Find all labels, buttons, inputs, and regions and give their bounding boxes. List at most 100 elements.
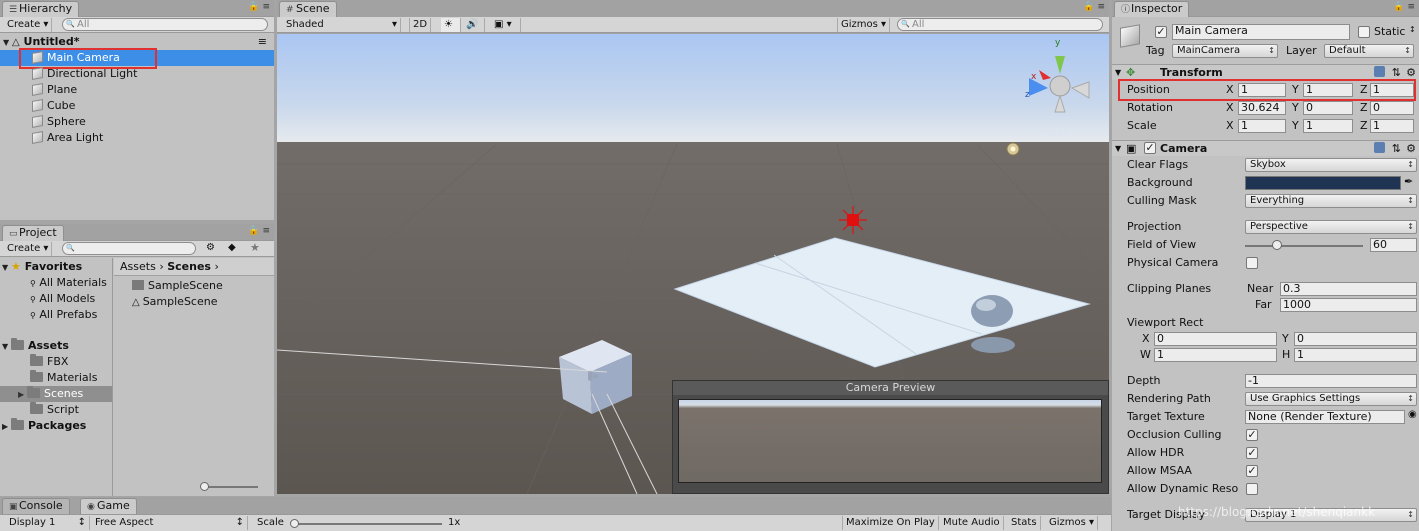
display-dropdown[interactable]: Display 1 ↕ <box>6 516 90 530</box>
viewport-y-field[interactable]: 0 <box>1294 332 1417 346</box>
active-checkbox[interactable]: ✓ <box>1155 26 1167 38</box>
camera-enabled-checkbox[interactable]: ✓ <box>1144 142 1156 154</box>
slider-thumb[interactable] <box>1271 240 1282 250</box>
physical-camera-checkbox[interactable] <box>1246 257 1258 269</box>
component-help-icon[interactable] <box>1374 66 1385 77</box>
fov-slider[interactable] <box>1245 240 1363 250</box>
rotation-z-field[interactable]: 0 <box>1370 101 1414 115</box>
viewport-h-field[interactable]: 1 <box>1294 348 1417 362</box>
breadcrumb-assets[interactable]: Assets <box>120 260 156 273</box>
panel-menu-icon[interactable]: 🔒 ≡ <box>1393 2 1415 12</box>
favorite-item[interactable]: ⚲ All Models <box>30 291 95 307</box>
breadcrumb-scenes[interactable]: Scenes <box>167 260 211 273</box>
rendering-path-dropdown[interactable]: Use Graphics Settings <box>1245 392 1417 406</box>
culling-mask-dropdown[interactable]: Everything <box>1245 194 1417 208</box>
panel-menu-icon[interactable]: 🔒 ≡ <box>1083 2 1105 12</box>
target-texture-field[interactable]: None (Render Texture) <box>1245 410 1405 424</box>
packages-header[interactable]: ▶ Packages <box>2 418 86 434</box>
occlusion-culling-checkbox[interactable]: ✓ <box>1246 429 1258 441</box>
favorite-item[interactable]: ⚲ All Prefabs <box>30 307 97 323</box>
assets-header[interactable]: ▼ Assets <box>2 338 69 354</box>
asset-folder[interactable]: FBX <box>30 354 68 370</box>
projection-dropdown[interactable]: Perspective <box>1245 220 1417 234</box>
asset-folder[interactable]: Materials <box>30 370 97 386</box>
hierarchy-item[interactable]: Sphere <box>32 114 86 130</box>
layer-dropdown[interactable]: Default <box>1324 44 1414 58</box>
expand-arrow-icon[interactable]: ▶ <box>18 387 27 403</box>
lighting-toggle-icon[interactable]: ☀ <box>441 18 461 32</box>
allow-dynamic-res-checkbox[interactable] <box>1246 483 1258 495</box>
scale-slider[interactable] <box>290 519 442 528</box>
scene-menu-icon[interactable]: ≡ <box>258 34 267 50</box>
expand-arrow-icon[interactable]: ▼ <box>1115 141 1121 156</box>
asset-folder[interactable]: Script <box>30 402 79 418</box>
static-dropdown-icon[interactable]: ↕ <box>1409 25 1416 34</box>
scale-y-field[interactable]: 1 <box>1303 119 1353 133</box>
favorite-item[interactable]: ⚲ All Materials <box>30 275 107 291</box>
scene-search-input[interactable]: All <box>897 18 1103 31</box>
fov-field[interactable]: 60 <box>1370 238 1417 252</box>
tab-console[interactable]: ▣Console <box>2 498 70 514</box>
viewport-w-field[interactable]: 1 <box>1154 348 1277 362</box>
tab-project[interactable]: ▭Project <box>2 225 64 241</box>
slider-thumb[interactable] <box>200 482 209 491</box>
favorite-star-icon[interactable]: ★ <box>250 241 260 254</box>
clear-flags-dropdown[interactable]: Skybox <box>1245 158 1417 172</box>
background-color-swatch[interactable] <box>1245 176 1401 190</box>
near-field[interactable]: 0.3 <box>1280 282 1417 296</box>
expand-arrow-icon[interactable]: ▼ <box>2 260 11 276</box>
icon-size-slider[interactable] <box>200 482 258 491</box>
effects-dropdown-icon[interactable]: ▣ ▾ <box>491 18 521 32</box>
file-item[interactable]: △ SampleScene <box>132 294 218 310</box>
create-button[interactable]: Create ▾ <box>4 18 53 32</box>
component-preset-icon[interactable]: ⇅ <box>1392 65 1401 80</box>
asset-folder-selected[interactable]: ▶ Scenes <box>0 386 112 402</box>
expand-arrow-icon[interactable]: ▼ <box>3 35 12 51</box>
panel-menu-icon[interactable]: 🔒 ≡ <box>248 2 270 12</box>
allow-hdr-checkbox[interactable]: ✓ <box>1246 447 1258 459</box>
persp-label[interactable]: ≡Persp <box>1033 128 1069 139</box>
component-preset-icon[interactable]: ⇅ <box>1392 141 1401 156</box>
hierarchy-search-input[interactable]: All <box>62 18 268 31</box>
scene-viewport[interactable]: y x z ≡Persp ▮▸ Camera Preview <box>277 34 1109 494</box>
stats-button[interactable]: Stats <box>1008 516 1041 530</box>
hierarchy-item[interactable]: Cube <box>32 98 75 114</box>
tab-hierarchy[interactable]: ☰ Hierarchy <box>2 1 80 17</box>
transform-header[interactable]: ▼ ✥ Transform ⇅ ⚙ <box>1112 64 1419 80</box>
audio-toggle-icon[interactable]: 🔊 <box>463 18 485 32</box>
project-search-input[interactable] <box>62 242 196 255</box>
gizmos-button[interactable]: Gizmos ▾ <box>1046 516 1099 530</box>
filter-type-icon[interactable]: ⚙ <box>206 242 215 253</box>
rotation-y-field[interactable]: 0 <box>1303 101 1353 115</box>
expand-arrow-icon[interactable]: ▼ <box>2 339 11 355</box>
component-help-icon[interactable] <box>1374 142 1385 153</box>
tab-game[interactable]: ◉ Game <box>80 498 137 514</box>
toggle-2d-button[interactable]: 2D <box>409 18 431 32</box>
camera-header[interactable]: ▼ ▣ ✓ Camera ⇅ ⚙ <box>1112 140 1419 156</box>
tab-scene[interactable]: # Scene <box>279 1 337 17</box>
shading-dropdown[interactable]: Shaded ▾ <box>283 18 401 32</box>
hierarchy-item[interactable]: Area Light <box>32 130 103 146</box>
slider-thumb[interactable] <box>290 519 299 528</box>
viewport-x-field[interactable]: 0 <box>1154 332 1277 346</box>
allow-msaa-checkbox[interactable]: ✓ <box>1246 465 1258 477</box>
favorites-header[interactable]: ▼ ★ Favorites <box>2 259 82 275</box>
depth-field[interactable]: -1 <box>1245 374 1417 388</box>
file-item[interactable]: SampleScene <box>132 278 223 294</box>
object-picker-icon[interactable]: ◉ <box>1408 409 1417 420</box>
aspect-dropdown[interactable]: Free Aspect ↕ <box>92 516 248 530</box>
expand-arrow-icon[interactable]: ▼ <box>1115 65 1121 80</box>
tab-inspector[interactable]: ⓘInspector <box>1114 1 1190 17</box>
scale-x-field[interactable]: 1 <box>1238 119 1286 133</box>
component-gear-icon[interactable]: ⚙ <box>1406 141 1416 156</box>
far-field[interactable]: 1000 <box>1280 298 1417 312</box>
maximize-on-play-button[interactable]: Maximize On Play <box>842 516 939 530</box>
rotation-x-field[interactable]: 30.624 <box>1238 101 1286 115</box>
gizmos-button[interactable]: Gizmos ▾ <box>837 18 891 32</box>
scale-z-field[interactable]: 1 <box>1370 119 1414 133</box>
hierarchy-item[interactable]: Directional Light <box>32 66 137 82</box>
filter-label-icon[interactable]: ◆ <box>228 242 236 253</box>
panel-menu-icon[interactable]: 🔒 ≡ <box>248 226 270 236</box>
tag-dropdown[interactable]: MainCamera <box>1172 44 1278 58</box>
hierarchy-item[interactable]: Plane <box>32 82 77 98</box>
